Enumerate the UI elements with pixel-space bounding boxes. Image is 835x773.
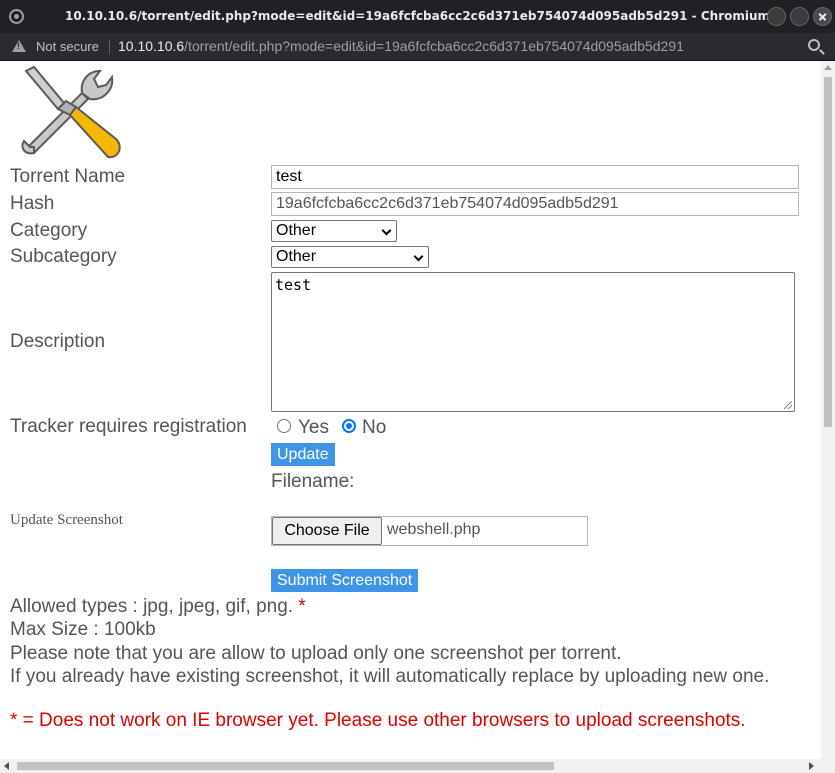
- address-bar[interactable]: Not secure 10.10.10.6/torrent/edit.php?m…: [0, 33, 835, 61]
- resize-grip-icon[interactable]: [784, 401, 792, 409]
- filename-label: Filename:: [271, 471, 355, 492]
- category-label: Category: [10, 220, 88, 241]
- subcategory-select[interactable]: Other: [271, 246, 429, 268]
- security-indicator[interactable]: Not secure: [36, 39, 99, 54]
- max-size-text: Max Size : 100kb: [10, 619, 156, 640]
- zoom-icon[interactable]: [808, 39, 820, 51]
- one-screenshot-note: Please note that you are allow to upload…: [10, 643, 622, 664]
- maximize-button[interactable]: [790, 7, 809, 26]
- wrench-screwdriver-logo: [21, 65, 121, 159]
- tracker-yes-radio[interactable]: [277, 419, 291, 433]
- scroll-up-arrow-icon[interactable]: [824, 65, 832, 70]
- page-viewport: Torrent Name test Hash 19a6fcfcba6cc2c6d…: [0, 61, 835, 773]
- warning-icon[interactable]: [12, 40, 26, 52]
- url-text[interactable]: 10.10.10.6/torrent/edit.php?mode=edit&id…: [118, 38, 684, 54]
- chevron-down-icon: [413, 251, 424, 262]
- screenshot-file-input[interactable]: Choose File webshell.php: [271, 516, 588, 546]
- tracker-yes-label[interactable]: Yes: [298, 417, 329, 439]
- description-text: test: [275, 276, 312, 294]
- hash-label: Hash: [10, 193, 55, 214]
- scroll-right-arrow-icon[interactable]: [809, 762, 814, 770]
- subcategory-selected-value: Other: [276, 248, 317, 265]
- category-selected-value: Other: [276, 222, 317, 239]
- horizontal-scrollbar[interactable]: [0, 759, 835, 773]
- description-textarea[interactable]: test: [271, 272, 795, 412]
- minimize-button[interactable]: [767, 7, 786, 26]
- selected-file-name: webshell.php: [387, 521, 481, 538]
- url-path: /torrent/edit.php?mode=edit&id=19a6fcfcb…: [184, 38, 684, 54]
- update-screenshot-label: Update Screenshot: [10, 512, 123, 528]
- torrent-name-label: Torrent Name: [10, 166, 126, 187]
- window-title: 10.10.10.6/torrent/edit.php?mode=edit&id…: [64, 9, 771, 23]
- horizontal-scroll-thumb[interactable]: [17, 762, 554, 770]
- close-button[interactable]: [813, 7, 832, 26]
- subcategory-label: Subcategory: [10, 246, 117, 267]
- ie-warning-text: * = Does not work on IE browser yet. Ple…: [10, 710, 746, 731]
- hash-input[interactable]: 19a6fcfcba6cc2c6d371eb754074d095adb5d291: [271, 192, 799, 216]
- vertical-scroll-thumb[interactable]: [824, 77, 832, 427]
- submit-screenshot-button[interactable]: Submit Screenshot: [271, 569, 419, 592]
- window-titlebar: 10.10.10.6/torrent/edit.php?mode=edit&id…: [0, 0, 835, 33]
- required-asterisk: *: [298, 596, 306, 617]
- address-separator: [109, 40, 110, 54]
- update-button[interactable]: Update: [271, 443, 335, 466]
- vertical-scrollbar[interactable]: [821, 61, 835, 759]
- allowed-types-value: Allowed types : jpg, jpeg, gif, png.: [10, 596, 294, 617]
- replace-note: If you already have existing screenshot,…: [10, 666, 770, 687]
- scroll-left-arrow-icon[interactable]: [4, 762, 9, 770]
- url-host: 10.10.10.6: [118, 38, 185, 54]
- category-select[interactable]: Other: [271, 220, 397, 242]
- torrent-name-input[interactable]: test: [271, 165, 799, 189]
- choose-file-button[interactable]: Choose File: [272, 517, 382, 545]
- chevron-down-icon: [381, 225, 392, 236]
- tracker-no-label[interactable]: No: [362, 417, 386, 439]
- tracker-label: Tracker requires registration: [10, 416, 247, 437]
- tracker-no-radio[interactable]: [342, 419, 356, 433]
- description-label: Description: [10, 331, 106, 352]
- allowed-types-text: Allowed types : jpg, jpeg, gif, png. *: [10, 596, 306, 618]
